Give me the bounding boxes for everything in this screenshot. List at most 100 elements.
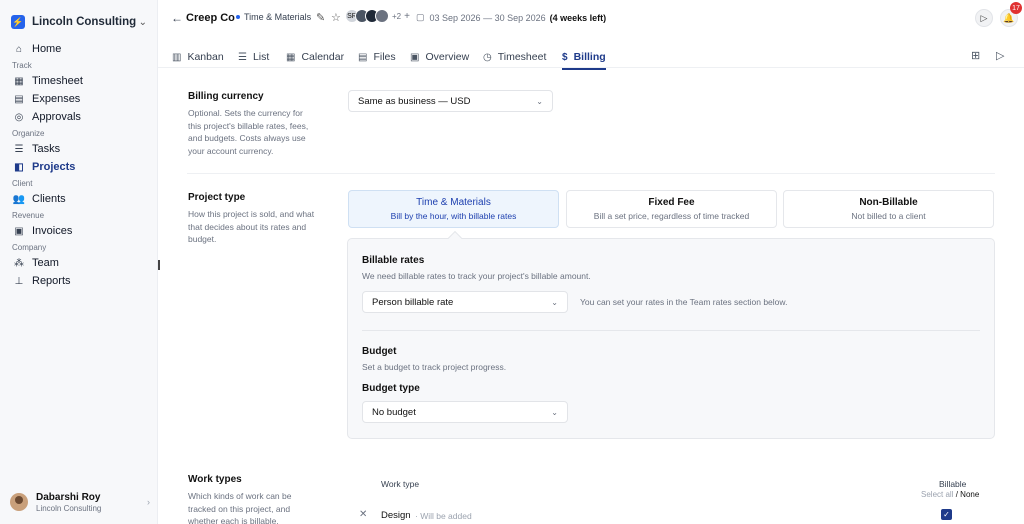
users-icon: 👥	[12, 193, 26, 205]
col-billable: Billable	[939, 479, 967, 489]
project-dates[interactable]: ▢ 03 Sep 2026 — 30 Sep 2026 (4 weeks lef…	[416, 12, 606, 23]
select-value: Person billable rate	[372, 296, 454, 308]
home-icon: ⌂	[15, 43, 23, 55]
sidebar-item-label: Reports	[32, 275, 71, 287]
tab-timesheet[interactable]: ◷ Timesheet	[483, 49, 546, 65]
add-member-icon[interactable]: +	[404, 11, 410, 22]
sidebar-item-label: Clients	[32, 193, 66, 205]
sidebar-item-approvals[interactable]: ◎ Approvals	[0, 108, 157, 126]
dollar-icon: $	[562, 51, 568, 63]
timesheet-icon: ▦	[14, 75, 24, 87]
sidebar-item-projects[interactable]: ◧ Projects	[0, 158, 157, 176]
nav-section-organize: Organize	[12, 128, 45, 138]
avatar	[375, 9, 389, 23]
grid-view-icon[interactable]: ⊞	[971, 49, 980, 62]
workspace-name: Lincoln Consulting	[32, 16, 137, 28]
budget-type-select[interactable]: No budget ⌄	[362, 401, 568, 423]
sidebar-nav: ⌂ Home Track ▦ Timesheet ▤ Expenses ◎ Approv…	[0, 40, 157, 290]
slash-separator: /	[955, 490, 958, 499]
sidebar-item-label: Invoices	[32, 225, 73, 237]
sidebar-item-label: Projects	[32, 161, 76, 173]
chevron-right-icon: ›	[147, 497, 150, 507]
member-avatars[interactable]: SR +2 +	[345, 9, 410, 23]
budget-type-label: Budget type	[362, 383, 420, 394]
billing-currency-title: Billing currency	[188, 91, 264, 102]
sidebar-item-timesheet[interactable]: ▦ Timesheet	[0, 72, 157, 90]
star-icon[interactable]: ☆	[331, 11, 341, 24]
bell-icon: 🔔	[1003, 12, 1015, 23]
tab-label: Billing	[573, 51, 606, 63]
nav-section-revenue: Revenue	[12, 210, 45, 220]
tab-label: Overview	[425, 51, 470, 63]
list-icon: ☰	[238, 51, 247, 63]
tab-calendar[interactable]: ▦ Calendar	[286, 49, 344, 65]
select-all-link[interactable]: Select all	[921, 490, 953, 499]
edit-icon[interactable]: ✎	[316, 11, 325, 24]
option-title: Fixed Fee	[648, 197, 695, 208]
projects-icon: ◧	[14, 161, 24, 173]
billing-currency-select[interactable]: Same as business — USD ⌄	[348, 90, 553, 112]
billing-currency-desc: Optional. Sets the currency for this pro…	[188, 108, 309, 156]
billable-bulk-select: Select all / None	[921, 490, 979, 499]
sidebar-item-label: Approvals	[32, 111, 81, 123]
project-type-fixed-fee[interactable]: Fixed Fee Bill a set price, regardless o…	[566, 190, 777, 228]
tab-label: Kanban	[187, 51, 224, 63]
sidebar-item-invoices[interactable]: ▣ Invoices	[0, 222, 157, 240]
kanban-icon: ▥	[172, 51, 182, 63]
file-icon: ▤	[358, 51, 368, 63]
select-value: No budget	[372, 406, 416, 418]
tab-billing[interactable]: $ Billing	[562, 49, 606, 70]
billing-type-tag: Time & Materials	[236, 12, 311, 22]
sidebar: ⚡ Lincoln Consulting ⌄ ⌂ Home Track ▦ Time…	[0, 0, 158, 524]
calendar-icon: ▦	[286, 51, 296, 63]
option-sub: Bill a set price, regardless of time tra…	[593, 211, 750, 221]
billable-rate-select[interactable]: Person billable rate ⌄	[362, 291, 568, 313]
more-members-count: +2	[392, 11, 402, 21]
option-sub: Not billed to a client	[851, 211, 926, 221]
sidebar-item-home[interactable]: ⌂ Home	[0, 40, 157, 58]
user-name: Dabarshi Roy	[36, 491, 101, 503]
sidebar-item-expenses[interactable]: ▤ Expenses	[0, 90, 157, 108]
project-type-time-materials[interactable]: Time & Materials Bill by the hour, with …	[348, 190, 559, 228]
sidebar-item-label: Timesheet	[32, 75, 83, 87]
back-arrow-icon[interactable]: ←	[171, 11, 183, 25]
rate-hint: You can set your rates in the Team rates…	[580, 297, 788, 307]
chart-icon: ⊥	[14, 275, 24, 287]
project-type-desc: How this project is sold, and what that …	[188, 209, 315, 244]
date-range: 03 Sep 2026 — 30 Sep 2026	[429, 12, 546, 23]
billable-checkbox[interactable]: ✓	[941, 509, 952, 520]
tab-files[interactable]: ▤ Files	[358, 49, 396, 65]
budget-desc: Set a budget to track project progress.	[362, 362, 507, 372]
calendar-icon: ▢	[416, 12, 425, 22]
workspace-switcher[interactable]: ⚡ Lincoln Consulting ⌄	[11, 13, 153, 31]
work-type-name: Design	[381, 510, 411, 521]
play-button[interactable]: ▷	[975, 9, 993, 27]
sidebar-item-team[interactable]: ⁂ Team	[0, 254, 157, 272]
dot-icon	[236, 15, 240, 19]
billable-rates-title: Billable rates	[362, 255, 425, 266]
tab-list[interactable]: ☰ List	[238, 49, 269, 65]
sidebar-item-tasks[interactable]: ☰ Tasks	[0, 140, 157, 158]
sidebar-item-reports[interactable]: ⊥ Reports	[0, 272, 157, 290]
option-sub: Bill by the hour, with billable rates	[390, 211, 517, 221]
work-types-title: Work types	[188, 474, 242, 485]
avatar	[10, 493, 28, 511]
receipt-icon: ▤	[14, 93, 24, 105]
select-none-link[interactable]: None	[960, 490, 979, 499]
nav-section-track: Track	[12, 60, 32, 70]
notification-badge: 17	[1010, 2, 1022, 14]
col-work-type: Work type	[381, 479, 420, 489]
sidebar-item-clients[interactable]: 👥 Clients	[0, 190, 157, 208]
user-menu[interactable]: Dabarshi Roy Lincoln Consulting ›	[10, 488, 150, 516]
option-title: Time & Materials	[416, 197, 491, 208]
tab-kanban[interactable]: ▥ Kanban	[172, 49, 224, 65]
project-type-non-billable[interactable]: Non-Billable Not billed to a client	[783, 190, 994, 228]
remove-icon[interactable]: ✕	[359, 509, 367, 520]
nav-section-client: Client	[12, 178, 33, 188]
tab-label: Files	[373, 51, 396, 63]
clock-icon: ◷	[483, 51, 492, 63]
tab-overview[interactable]: ▣ Overview	[410, 49, 469, 65]
overview-icon: ▣	[410, 51, 420, 63]
play-icon[interactable]: ▷	[996, 49, 1004, 62]
chevron-down-icon: ⌄	[138, 16, 147, 28]
